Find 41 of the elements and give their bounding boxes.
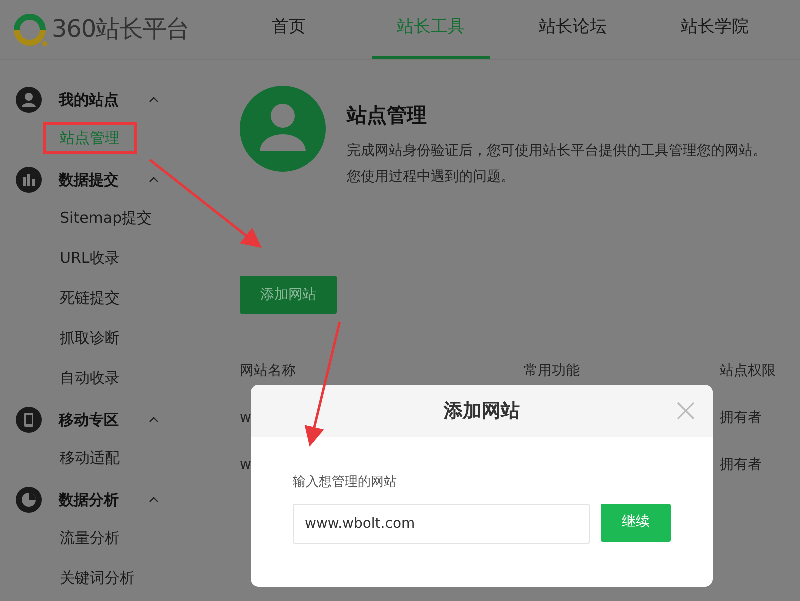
- sidebar-item[interactable]: 抓取诊断: [43, 322, 137, 354]
- user-icon: [16, 87, 42, 113]
- sidebar-item[interactable]: Sitemap提交: [43, 202, 170, 234]
- column-header: 网站名称: [240, 362, 296, 378]
- caret-up-icon[interactable]: [149, 177, 159, 183]
- sidebar-item[interactable]: 死链提交: [43, 282, 137, 314]
- user-avatar-icon: [240, 86, 326, 172]
- table-cell: 拥有者: [720, 457, 762, 473]
- dialog-title: 添加网站: [444, 398, 520, 424]
- description-line: 您使用过程中遇到的问题。: [347, 168, 515, 187]
- bar-chart-icon: [16, 167, 42, 193]
- pie-chart-icon: [16, 487, 42, 513]
- caret-up-icon[interactable]: [149, 417, 159, 423]
- logo-icon: [12, 11, 48, 47]
- sidebar-section-title[interactable]: 数据提交: [59, 168, 149, 192]
- sidebar-item[interactable]: 流量分析: [43, 522, 137, 554]
- nav-tab[interactable]: 站长论坛: [514, 0, 632, 59]
- add-site-button[interactable]: 添加网站: [240, 276, 337, 314]
- sidebar-item[interactable]: 移动适配: [43, 442, 137, 474]
- continue-button[interactable]: 继续: [601, 504, 671, 542]
- table-cell: w: [240, 410, 252, 426]
- sidebar-item[interactable]: 关键词分析: [43, 562, 152, 594]
- caret-up-icon[interactable]: [149, 497, 159, 503]
- page-title: 站点管理: [347, 102, 428, 129]
- sidebar-section-title[interactable]: 我的站点: [59, 88, 149, 112]
- phone-icon: [16, 407, 42, 433]
- sidebar-section-title[interactable]: 数据分析: [59, 488, 149, 512]
- sidebar-item[interactable]: 自动收录: [43, 362, 137, 394]
- field-label: 输入想管理的网站: [293, 474, 398, 492]
- sidebar-section-title[interactable]: 移动专区: [59, 408, 149, 432]
- column-header: 常用功能: [524, 362, 580, 378]
- website-input[interactable]: www.wbolt.com: [293, 504, 590, 544]
- logo-text: 360站长平台: [52, 14, 190, 45]
- description-line: 完成网站身份验证后，您可使用站长平台提供的工具管理您的网站。: [347, 142, 767, 161]
- caret-up-icon[interactable]: [149, 97, 159, 103]
- nav-tab[interactable]: 站长学院: [656, 0, 774, 59]
- nav-tab[interactable]: 首页: [230, 0, 348, 59]
- table-cell: 拥有者: [720, 410, 762, 426]
- sidebar-item[interactable]: URL收录: [43, 242, 137, 274]
- column-header: 站点权限: [720, 362, 776, 378]
- table-cell: w: [240, 457, 252, 473]
